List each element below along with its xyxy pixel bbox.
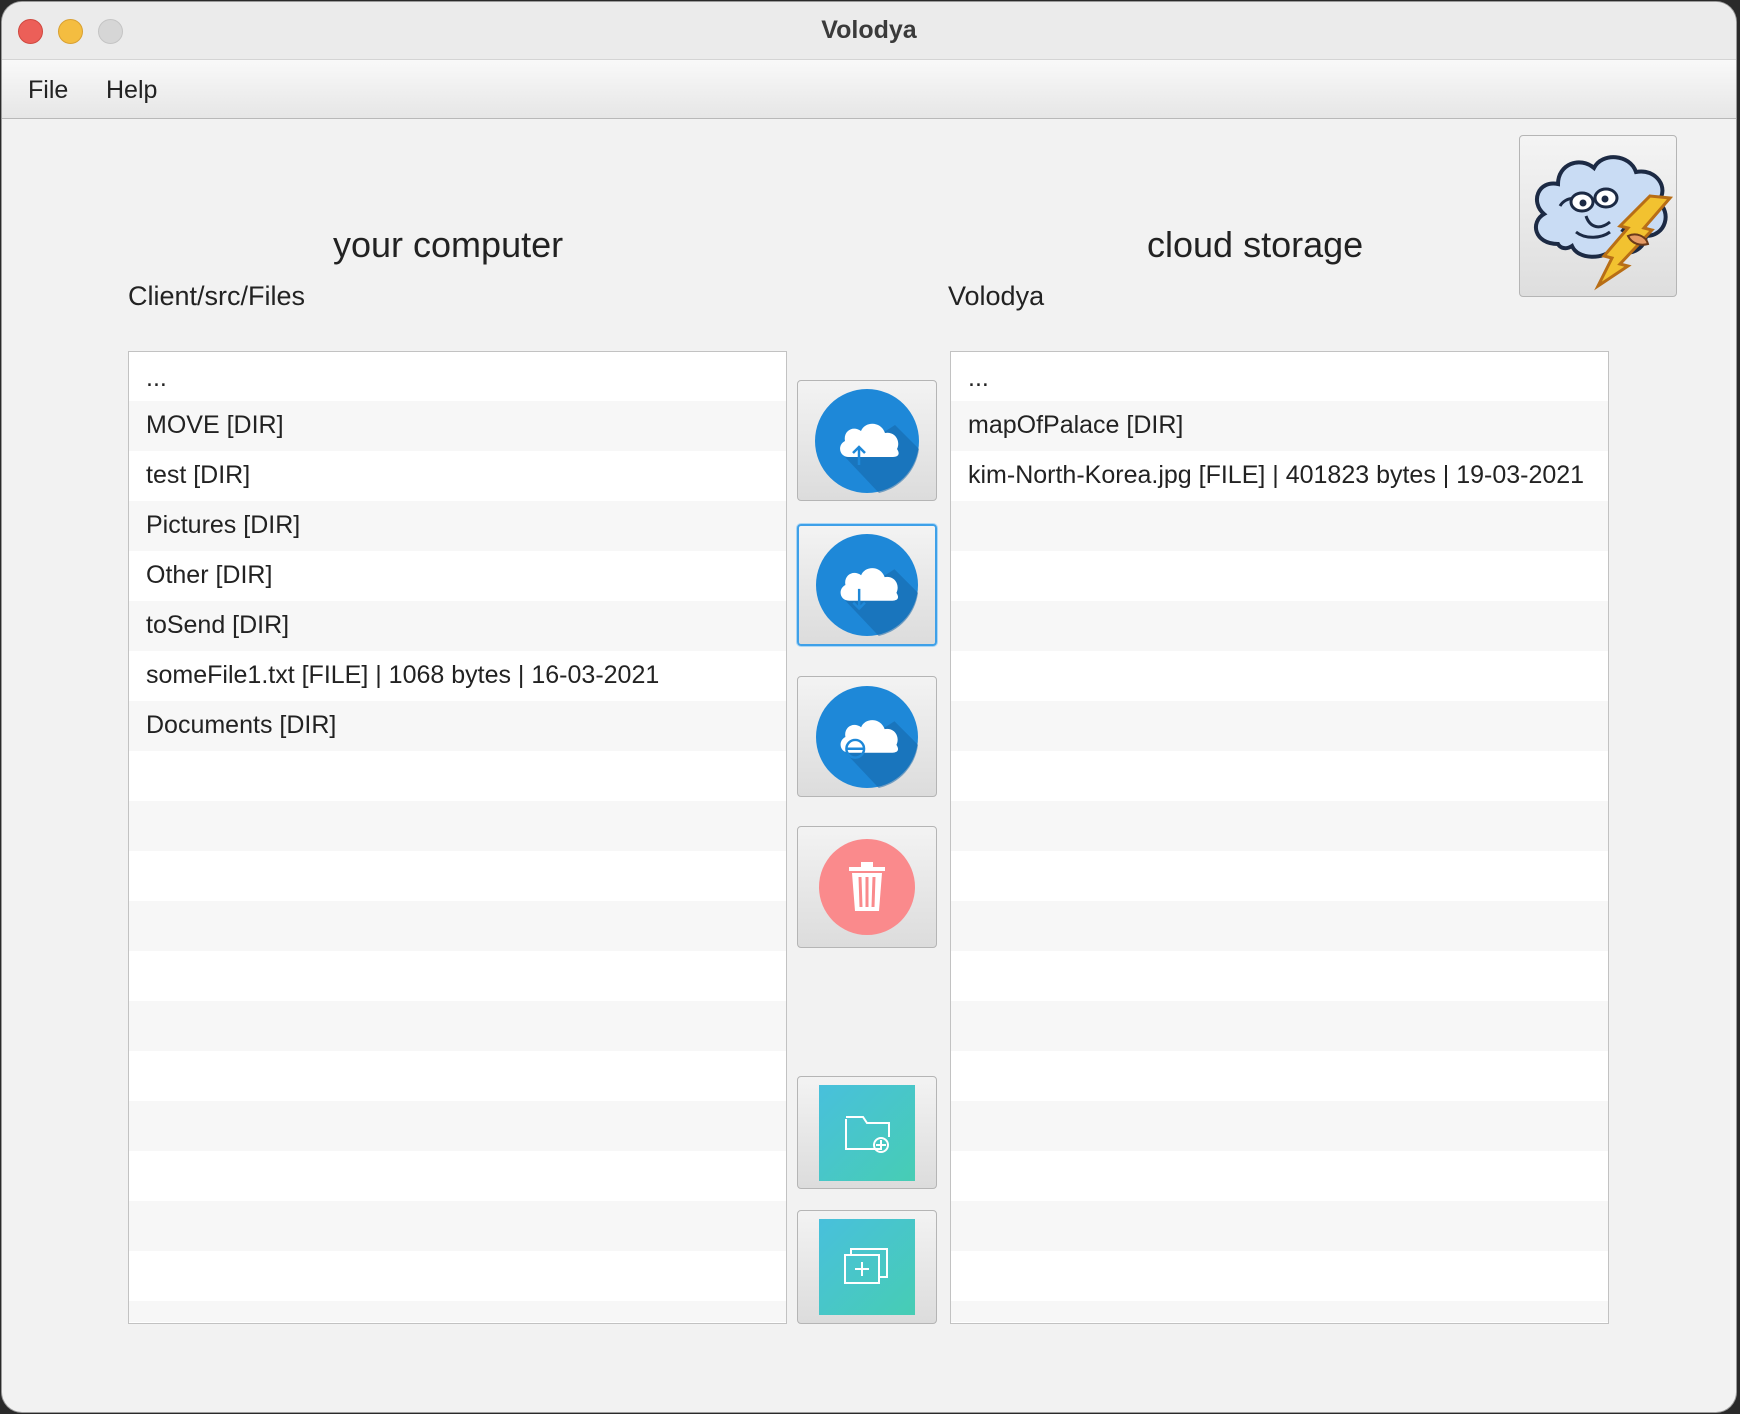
cloud-upload-icon	[815, 388, 919, 493]
list-item[interactable]: ...	[129, 352, 786, 400]
cloud-file-list[interactable]: ... mapOfPalace [DIR] kim-North-Korea.jp…	[950, 351, 1609, 1324]
list-item[interactable]: toSend [DIR]	[129, 600, 786, 650]
new-file-button[interactable]	[797, 1210, 937, 1324]
list-item[interactable]: Pictures [DIR]	[129, 500, 786, 550]
copy-plus-icon	[819, 1219, 915, 1315]
delete-button[interactable]	[797, 826, 937, 948]
app-window: Volodya File Help your computer cloud st…	[2, 2, 1736, 1412]
list-item[interactable]: Other [DIR]	[129, 550, 786, 600]
upload-button[interactable]	[797, 380, 937, 501]
local-path-label: Client/src/Files	[128, 281, 306, 311]
list-item[interactable]: mapOfPalace [DIR]	[951, 400, 1608, 450]
cloud-rename-icon	[816, 685, 918, 788]
list-item[interactable]: test [DIR]	[129, 450, 786, 500]
list-item[interactable]: MOVE [DIR]	[129, 400, 786, 450]
local-file-list[interactable]: ... MOVE [DIR] test [DIR] Pictures [DIR]…	[128, 351, 787, 1324]
cloud-mascot-logo-icon	[1533, 155, 1674, 291]
title-bar: Volodya	[2, 2, 1736, 60]
trash-icon	[819, 839, 915, 935]
menu-help[interactable]: Help	[106, 76, 157, 105]
list-item[interactable]: ...	[951, 352, 1608, 400]
window-title: Volodya	[821, 16, 917, 44]
local-panel-heading: your computer	[333, 224, 564, 265]
menu-file[interactable]: File	[28, 76, 68, 105]
cloud-panel-heading: cloud storage	[1147, 224, 1364, 265]
folder-plus-icon	[819, 1084, 915, 1181]
download-button[interactable]	[797, 524, 937, 646]
cloud-path-label: Volodya	[948, 281, 1045, 311]
new-folder-button[interactable]	[797, 1076, 937, 1189]
list-item[interactable]: Documents [DIR]	[129, 700, 786, 750]
menu-bar: File Help	[2, 60, 1736, 119]
list-item[interactable]: someFile1.txt [FILE] | 1068 bytes | 16-0…	[129, 650, 786, 700]
logo-button[interactable]	[1519, 135, 1677, 297]
rename-button[interactable]	[797, 676, 937, 797]
cloud-download-icon	[816, 534, 918, 636]
list-item[interactable]: kim-North-Korea.jpg [FILE] | 401823 byte…	[951, 450, 1608, 500]
